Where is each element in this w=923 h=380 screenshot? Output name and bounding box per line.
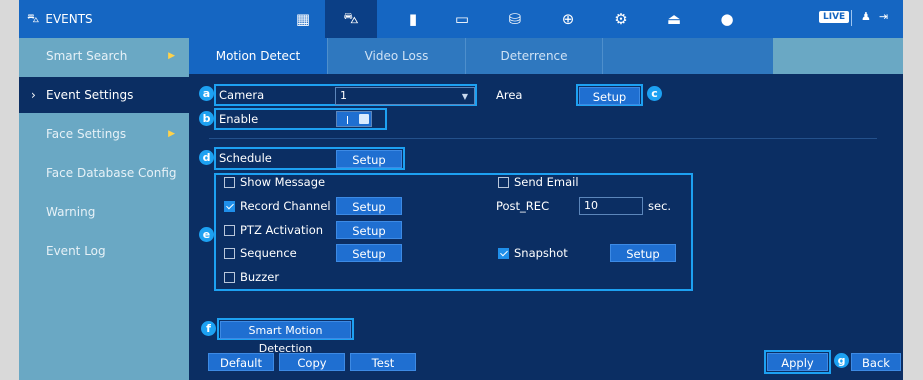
sidebar-item-warning[interactable]: Warning	[19, 194, 189, 230]
sidebar-item-face-database-config[interactable]: Face Database Config	[19, 155, 189, 191]
snapshot-checkbox[interactable]	[498, 248, 509, 259]
sidebar-item-label: Event Settings	[46, 88, 134, 102]
marker-d: d	[199, 150, 214, 165]
tab-deterrence[interactable]: Deterrence	[466, 38, 603, 74]
chevron-down-icon: ▼	[461, 92, 468, 101]
record-channel-checkbox[interactable]	[224, 201, 235, 212]
smart-motion-detection-button[interactable]: Smart Motion Detection	[220, 321, 351, 355]
sequence-checkbox[interactable]	[224, 248, 235, 259]
send-email-checkbox[interactable]	[498, 177, 509, 188]
alarm-icon[interactable]: ⛍	[325, 0, 377, 38]
toggle-bar	[347, 116, 348, 124]
sidebar-item-label: Event Log	[46, 244, 106, 258]
logout-icon[interactable]: ⇥	[879, 10, 888, 23]
sidebar: Smart Search ▶ › Event Settings Face Set…	[19, 38, 189, 380]
sidebar-item-label: Warning	[46, 205, 96, 219]
title-text: EVENTS	[45, 12, 93, 26]
schedule-setup-button[interactable]: Setup	[336, 150, 402, 168]
ptz-setup-button[interactable]: Setup	[336, 221, 402, 239]
record-channel-label: Record Channel	[240, 199, 331, 213]
hdd-icon[interactable]: ⛁	[496, 7, 534, 31]
sidebar-item-event-log[interactable]: Event Log	[19, 233, 189, 269]
snapshot-label: Snapshot	[514, 246, 568, 260]
test-button[interactable]: Test	[350, 353, 416, 371]
marker-c: c	[647, 86, 662, 101]
topbar-divider	[851, 10, 852, 26]
sequence-label: Sequence	[240, 246, 297, 260]
area-setup-button[interactable]: Setup	[579, 87, 640, 105]
enable-toggle[interactable]	[336, 111, 372, 127]
account-icon[interactable]: ●	[708, 7, 746, 31]
events-icon: ⛍	[27, 11, 40, 25]
sidebar-item-event-settings[interactable]: › Event Settings	[19, 77, 189, 113]
enable-label: Enable	[219, 112, 259, 126]
post-rec-unit: sec.	[648, 199, 672, 213]
settings-icon[interactable]: ⚙	[602, 7, 640, 31]
backup-icon[interactable]: ⏏	[655, 7, 693, 31]
live-button[interactable]: LIVE	[819, 11, 850, 23]
marker-b: b	[199, 111, 214, 126]
sidebar-item-face-settings[interactable]: Face Settings ▶	[19, 116, 189, 152]
show-message-checkbox[interactable]	[224, 177, 235, 188]
user-icon[interactable]: ♟	[861, 10, 871, 23]
tab-motion-detect[interactable]: Motion Detect	[189, 38, 328, 74]
expand-arrow-icon: ▶	[168, 51, 175, 61]
marker-g: g	[834, 353, 849, 368]
default-button[interactable]: Default	[208, 353, 274, 371]
ptz-activation-checkbox[interactable]	[224, 225, 235, 236]
marker-e: e	[199, 227, 214, 242]
post-rec-input[interactable]: 10	[579, 197, 643, 215]
buzzer-checkbox[interactable]	[224, 272, 235, 283]
grid-icon[interactable]: ▦	[284, 7, 322, 31]
sidebar-item-label: Face Settings	[46, 127, 127, 141]
monitor-icon[interactable]: ▭	[443, 7, 481, 31]
sequence-setup-button[interactable]: Setup	[336, 244, 402, 262]
expand-arrow-icon: ▶	[168, 129, 175, 139]
send-email-label: Send Email	[514, 175, 579, 189]
marker-a: a	[199, 86, 214, 101]
back-button[interactable]: Back	[851, 353, 901, 371]
camera-select[interactable]: 1 ▼	[335, 87, 475, 105]
schedule-label: Schedule	[219, 151, 272, 165]
camera-value: 1	[340, 89, 347, 102]
sidebar-item-label: Face Database Config	[46, 166, 177, 180]
sidebar-item-smart-search[interactable]: Smart Search ▶	[19, 38, 189, 74]
snapshot-setup-button[interactable]: Setup	[610, 244, 676, 262]
chevron-right-icon: ›	[31, 88, 36, 102]
post-rec-label: Post_REC	[496, 199, 550, 213]
usb-icon[interactable]: ▮	[394, 7, 432, 31]
top-bar: ⛍ EVENTS ▦ ⛍ ▮ ▭ ⛁ ⊕ ⚙ ⏏ ● LIVE ♟ ⇥	[19, 0, 903, 38]
tab-bar: Motion Detect Video Loss Deterrence	[189, 38, 903, 74]
apply-button[interactable]: Apply	[767, 353, 828, 371]
area-label: Area	[496, 88, 523, 102]
ptz-activation-label: PTZ Activation	[240, 223, 324, 237]
camera-label: Camera	[219, 88, 265, 102]
tab-video-loss[interactable]: Video Loss	[328, 38, 466, 74]
section-divider	[209, 138, 877, 139]
events-window: ⛍ EVENTS ▦ ⛍ ▮ ▭ ⛁ ⊕ ⚙ ⏏ ● LIVE ♟ ⇥ Smar…	[19, 0, 903, 380]
network-icon[interactable]: ⊕	[549, 7, 587, 31]
marker-f: f	[201, 321, 216, 336]
copy-button[interactable]: Copy	[279, 353, 345, 371]
show-message-label: Show Message	[240, 175, 326, 189]
tab-bar-filler	[773, 38, 903, 74]
window-title: ⛍ EVENTS	[27, 11, 93, 27]
buzzer-label: Buzzer	[240, 270, 280, 284]
sidebar-item-label: Smart Search	[46, 49, 128, 63]
record-setup-button[interactable]: Setup	[336, 197, 402, 215]
toggle-knob	[359, 114, 369, 124]
